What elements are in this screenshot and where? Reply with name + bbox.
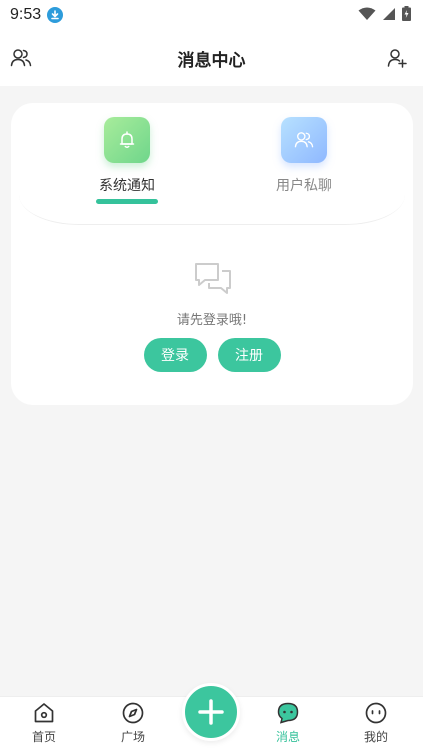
- nav-label: 消息: [275, 730, 300, 744]
- tab-label: 系统通知: [99, 178, 155, 194]
- bell-icon: [104, 117, 150, 163]
- nav-label: 广场: [120, 730, 145, 744]
- contacts-icon[interactable]: [9, 46, 33, 70]
- battery-icon: [402, 5, 411, 25]
- status-bar: 9:53: [0, 0, 423, 30]
- nav-item-message[interactable]: 消息: [258, 701, 318, 749]
- status-time: 9:53: [10, 6, 42, 23]
- download-icon: [47, 7, 64, 23]
- tab-label: 用户私聊: [276, 178, 332, 194]
- signal-icon: [382, 6, 396, 25]
- tab-system-notice[interactable]: 系统通知: [77, 117, 177, 217]
- nav-item-square[interactable]: 广场: [103, 701, 163, 749]
- message-card: 系统通知 用户私聊 请先登录哦! 登录 注册: [11, 103, 413, 405]
- auth-button-row: 登录 注册: [11, 338, 413, 372]
- compass-icon: [122, 702, 144, 724]
- register-button[interactable]: 注册: [217, 338, 281, 372]
- home-icon: [34, 703, 54, 723]
- nav-item-home[interactable]: 首页: [14, 701, 74, 749]
- login-prompt-text: 请先登录哦!: [176, 313, 248, 328]
- plus-icon: [198, 699, 224, 725]
- nav-label: 首页: [31, 730, 56, 744]
- active-tab-indicator: [96, 199, 158, 204]
- page-title: 消息中心: [177, 50, 246, 71]
- create-post-button[interactable]: [182, 683, 240, 741]
- tab-bar: 系统通知 用户私聊: [19, 103, 405, 225]
- message-icon: [277, 702, 299, 724]
- add-friend-icon[interactable]: [385, 46, 409, 70]
- status-icons: [358, 5, 411, 25]
- login-button[interactable]: 登录: [143, 338, 207, 372]
- users-icon: [281, 117, 327, 163]
- profile-icon: [365, 702, 387, 724]
- chat-bubbles-icon: [193, 261, 233, 297]
- nav-item-mine[interactable]: 我的: [346, 701, 406, 749]
- header: 消息中心: [0, 30, 423, 86]
- tab-private-chat[interactable]: 用户私聊: [254, 117, 354, 217]
- nav-label: 我的: [363, 730, 388, 744]
- wifi-icon: [358, 6, 376, 25]
